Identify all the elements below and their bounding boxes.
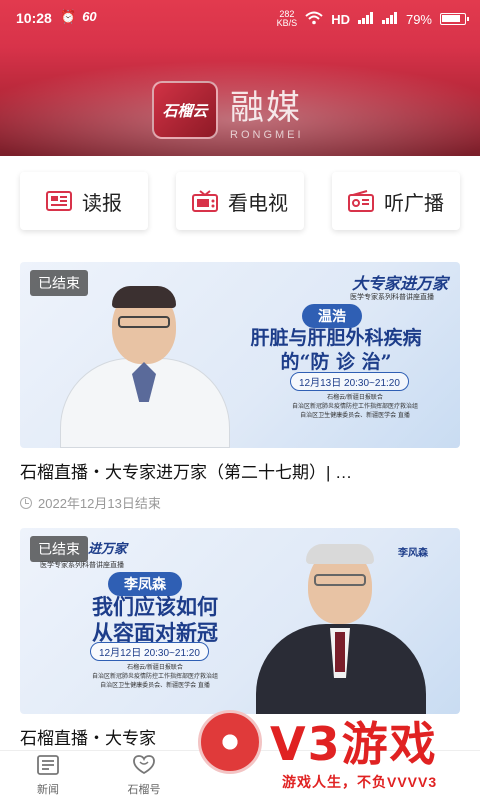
tab-label: 新闻 <box>37 784 59 796</box>
speaker-name: 李凤森 <box>108 572 182 596</box>
quick-nav: 读报 看电视 听广播 <box>0 172 480 232</box>
app-screen: 10:28 ⏰ 60 282 KB/S HD 79% 石榴云 融媒 RONGME… <box>0 0 480 800</box>
battery-percent: 79% <box>405 11 432 27</box>
status-bar: 10:28 ⏰ 60 282 KB/S HD 79% <box>0 0 480 36</box>
speaker-photo <box>256 544 426 714</box>
tv-icon <box>192 190 218 212</box>
program-tag: 进万家 <box>88 542 128 557</box>
nav-label: 听广播 <box>384 192 444 215</box>
alarm-icon: ⏰ <box>60 9 77 24</box>
ended-badge: 已结束 <box>30 536 88 562</box>
radio-icon <box>348 190 374 212</box>
clock-icon <box>20 496 32 509</box>
watermark-slogan: 游戏人生，不负VVVV3 <box>282 774 438 790</box>
music-disc-icon <box>198 710 262 774</box>
network-type: HD <box>331 11 350 27</box>
headline-line-1: 我们应该如何 <box>92 594 218 619</box>
headline-line-1: 肝脏与肝胆外科疾病 <box>250 327 422 349</box>
news-thumbnail[interactable]: 已结束 进万家 医学专家系列科普讲座直播 李凤森 我们应该如何 从容面对新冠 1… <box>20 528 460 714</box>
nav-listen-radio-button[interactable]: 听广播 <box>332 172 460 230</box>
news-title[interactable]: 石榴直播・大专家进万家（第二十七期）| … <box>20 458 460 483</box>
end-date: 2022年12月13日结束 <box>38 496 161 511</box>
tab-label: 石榴号 <box>127 784 161 796</box>
watermark-brand: V3游戏 <box>270 717 438 771</box>
pomegranate-icon <box>133 755 155 775</box>
news-icon <box>37 755 59 775</box>
tab-news[interactable]: 新闻 <box>18 755 78 797</box>
speaker-name: 温浩 <box>302 304 362 328</box>
headline-line-2: 的“防 诊 治” <box>280 351 392 373</box>
news-headline: 肝脏与肝胆外科疾病 的“防 诊 治” <box>220 326 452 374</box>
status-right-icons: 282 KB/S HD 79% <box>277 10 469 28</box>
broadcast-time: 12月12日 20:30~21:20 <box>90 642 209 661</box>
watermark: V3游戏 游戏人生，不负VVVV3 <box>198 700 480 800</box>
nav-watch-tv-button[interactable]: 看电视 <box>176 172 304 230</box>
news-headline: 我们应该如何 从容面对新冠 <box>50 594 260 646</box>
organizer-text: 石榴云/新疆日报联合 自治区新冠肺炎疫情防控工作指挥部医疗救治组 自治区卫生健康… <box>91 665 218 689</box>
news-card[interactable]: 已结束 大专家进万家 医学专家系列科普讲座直播 温浩 肝脏与肝胆外科疾病 的“防… <box>20 262 460 512</box>
signal-badge-icon: 60 <box>82 9 97 24</box>
organizer-text: 石榴云/新疆日报联合 自治区新冠肺炎疫情防控工作指挥部医疗救治组 自治区卫生健康… <box>291 395 418 419</box>
cell-signal-icon-2 <box>381 11 398 27</box>
ended-badge: 已结束 <box>30 270 88 296</box>
net-speed: 282 KB/S <box>277 10 298 28</box>
program-tag: 大专家进万家 <box>352 274 449 293</box>
net-speed-unit: KB/S <box>276 18 298 28</box>
nav-read-paper-button[interactable]: 读报 <box>20 172 148 230</box>
news-meta: 2022年12月13日结束 <box>20 493 460 512</box>
broadcast-time: 12月13日 20:30~21:20 <box>290 372 409 391</box>
status-time: 10:28 <box>16 10 52 26</box>
cell-signal-icon <box>357 11 374 27</box>
status-left-icons: ⏰ 60 <box>60 9 97 25</box>
wifi-icon <box>305 11 323 28</box>
brand-title: 融媒 <box>230 87 302 128</box>
battery-icon <box>440 13 469 25</box>
news-thumbnail[interactable]: 已结束 大专家进万家 医学专家系列科普讲座直播 温浩 肝脏与肝胆外科疾病 的“防… <box>20 262 460 448</box>
nav-label: 读报 <box>82 192 122 215</box>
newspaper-icon <box>46 191 72 211</box>
tab-pomegranate[interactable]: 石榴号 <box>114 755 174 797</box>
header-banner: 10:28 ⏰ 60 282 KB/S HD 79% 石榴云 融媒 RONGME… <box>0 0 480 156</box>
speaker-photo <box>60 278 230 448</box>
nav-label: 看电视 <box>228 192 288 215</box>
brand-logo: 石榴云 <box>152 81 218 139</box>
brand: 石榴云 融媒 RONGMEI <box>152 80 332 141</box>
brand-text: 融媒 RONGMEI <box>230 80 304 141</box>
program-subtitle: 医学专家系列科普讲座直播 <box>350 294 434 301</box>
brand-subtitle: RONGMEI <box>230 128 304 141</box>
